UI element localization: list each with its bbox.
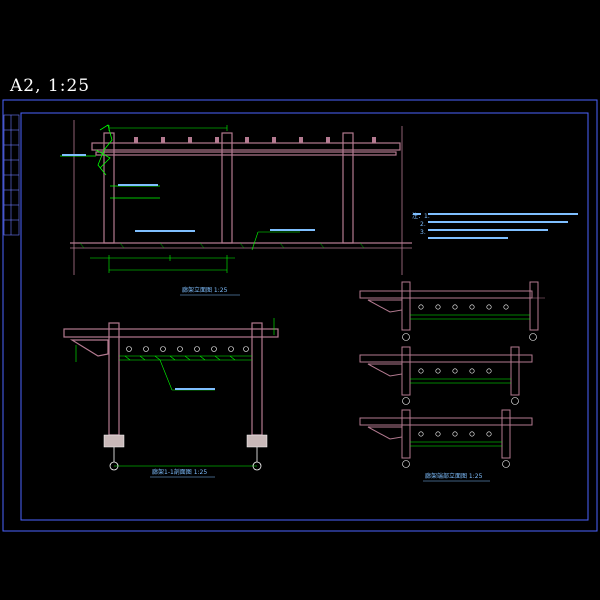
detail-elevation-1	[359, 281, 545, 341]
caption-front-elevation: 廊架立面图 1:25	[182, 286, 228, 294]
detail-elevation-2	[359, 346, 533, 405]
general-notes	[413, 213, 578, 239]
front-elevation	[60, 120, 578, 275]
side-elevation	[63, 318, 279, 471]
note-line-3: 3.	[420, 229, 426, 236]
cad-drawing: 廊架立面图 1:25 廊架1-1剖面图 1:25 廊架端部立面图 1:25 注：…	[2, 99, 598, 532]
detail-elevation-3	[359, 409, 533, 468]
title-block	[3, 114, 20, 236]
caption-side-elevation: 廊架1-1剖面图 1:25	[152, 468, 207, 476]
drawing-frame-inner	[20, 112, 589, 521]
note-line-2: 2.	[420, 221, 426, 228]
drawing-frame-outer	[2, 99, 598, 532]
caption-detail-elevations: 廊架端部立面图 1:25	[425, 472, 483, 480]
note-line-1: 注：1.	[412, 212, 430, 220]
